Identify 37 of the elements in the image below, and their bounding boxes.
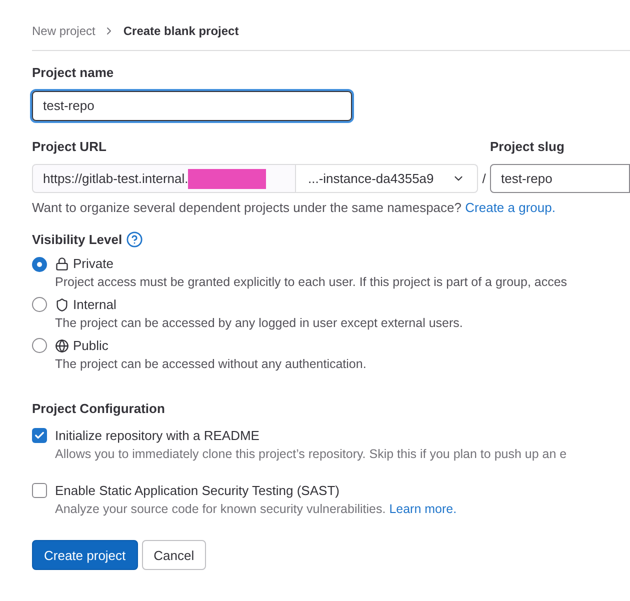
option-description: Analyze your source code for known security vulnerabilities. (55, 502, 386, 516)
option-description: Project access must be granted explicitly to each user. If this project is part of a group, acces (55, 274, 568, 291)
section-heading: Project Configuration (32, 400, 166, 418)
radio-label[interactable]: Public (73, 336, 108, 356)
radio-button[interactable] (32, 297, 47, 312)
option-description: The project can be accessed by any logged in user except external users. (55, 314, 464, 332)
help-text: Want to organize several dependent projects under the same namespace? (32, 200, 462, 215)
path-separator: / (481, 170, 487, 188)
cancel-button[interactable]: Cancel (142, 540, 206, 570)
radio-button[interactable] (32, 338, 47, 353)
checkbox[interactable] (32, 428, 47, 444)
section-heading: Visibility Level (32, 230, 122, 249)
radio-label[interactable]: Private (73, 254, 114, 274)
project-slug-input[interactable]: test-repo (490, 164, 630, 193)
checkbox-label[interactable]: Initialize repository with a README (55, 426, 260, 446)
breadcrumb-item[interactable]: New project (32, 22, 96, 40)
project-name-input[interactable]: test-repo (32, 90, 352, 120)
url-prefix: https://gitlab-test.internal. (43, 170, 188, 188)
option-description: Allows you to immediately clone this project’s repository. Skip this if you plan to push up an e (55, 446, 567, 461)
checkbox-label[interactable]: Enable Static Application Security Testing (SAST) (55, 480, 340, 500)
radio-button[interactable] (32, 256, 47, 272)
namespace-dropdown[interactable]: ...-instance-da4355a9 (296, 164, 478, 193)
option-description: The project can be accessed without any authentication. (55, 356, 368, 373)
field-label: Project URL (32, 138, 108, 156)
globe-icon (55, 338, 69, 352)
create-project-button[interactable]: Create project (32, 540, 138, 570)
field-label: Project slug (490, 138, 566, 156)
radio-label[interactable]: Internal (73, 295, 116, 314)
lock-icon (55, 257, 69, 271)
learn-more-link[interactable]: Learn more. (389, 502, 457, 516)
create-group-link[interactable]: Create a group. (465, 200, 556, 215)
breadcrumb-item: Create blank project (123, 23, 239, 40)
field-label: Project name (32, 64, 115, 82)
shield-icon (55, 298, 69, 312)
help-icon[interactable] (126, 230, 144, 248)
checkbox[interactable] (32, 483, 47, 498)
check-icon (34, 430, 45, 442)
